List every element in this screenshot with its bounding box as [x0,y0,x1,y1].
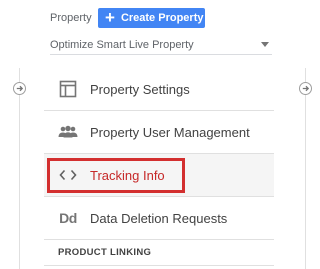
property-menu: Property Settings Property User Manageme… [44,68,274,266]
menu-item-property-settings[interactable]: Property Settings [44,68,274,111]
create-property-button[interactable]: + Create Property [98,8,205,28]
code-icon [58,165,78,185]
product-linking-heading: PRODUCT LINKING [44,240,274,266]
menu-item-label: Property User Management [90,124,250,140]
dropdown-caret-icon [261,42,269,47]
left-column-divider [19,68,20,269]
admin-property-panel: Property + Create Property Optimize Smar… [0,0,318,269]
users-icon [58,122,78,142]
property-label: Property [50,12,92,24]
tracking-info-highlight: Tracking Info [47,157,185,193]
menu-item-label: Tracking Info [90,167,165,183]
create-property-label: Create Property [120,12,204,24]
right-column-divider [305,68,306,269]
property-selector-value: Optimize Smart Live Property [50,38,194,51]
plus-icon: + [105,7,115,27]
menu-item-data-deletion-requests[interactable]: Dd Data Deletion Requests [44,197,274,240]
right-arrow-icon[interactable] [299,82,312,95]
menu-item-label: Data Deletion Requests [90,210,228,226]
property-selector[interactable]: Optimize Smart Live Property [50,35,272,55]
left-arrow-icon[interactable] [13,82,26,95]
menu-item-property-user-management[interactable]: Property User Management [44,111,274,154]
property-settings-icon [58,79,78,99]
data-deletion-icon: Dd [59,210,77,226]
menu-item-label: Property Settings [90,81,190,97]
menu-item-tracking-info[interactable]: Tracking Info [44,154,274,197]
